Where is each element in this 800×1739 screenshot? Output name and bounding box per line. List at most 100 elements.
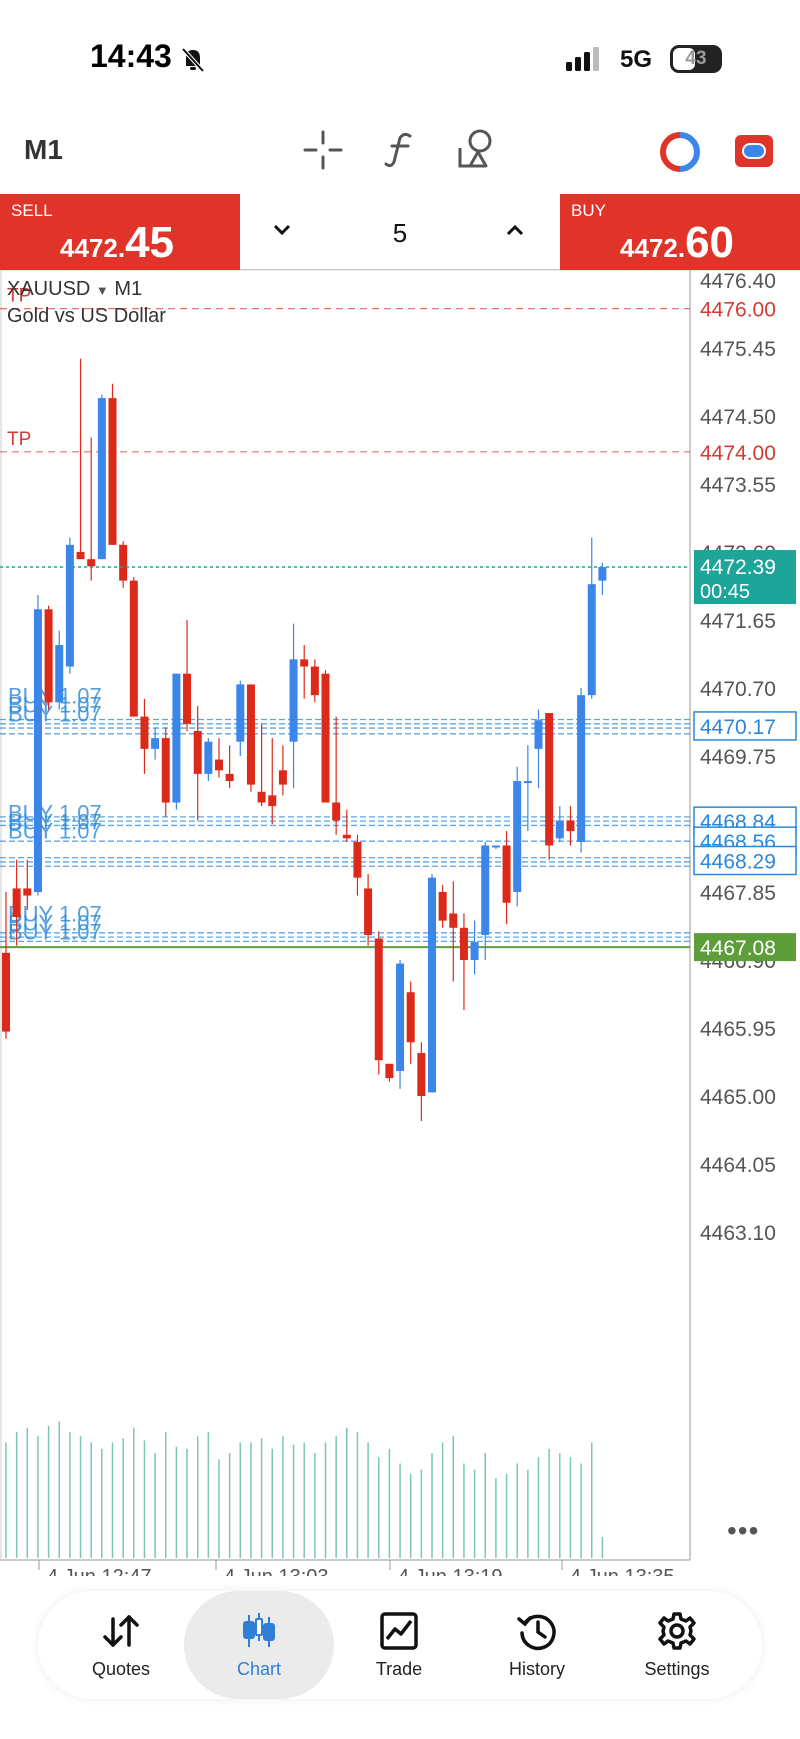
nav-settings-label: Settings xyxy=(644,1659,710,1679)
candle-body xyxy=(55,645,64,703)
price-tick-label: 4476.40 xyxy=(700,270,776,293)
candle-body xyxy=(129,580,138,717)
candle-body xyxy=(108,398,117,545)
status-time: 14:43 xyxy=(90,38,172,74)
candle-body xyxy=(342,834,351,839)
candle-body xyxy=(76,552,85,560)
battery-icon: 43 xyxy=(670,45,722,73)
candle-body xyxy=(598,567,607,581)
more-options-icon[interactable]: ••• xyxy=(727,1515,759,1547)
candle-body xyxy=(417,1053,426,1096)
candle-body xyxy=(172,673,181,803)
nav-chart[interactable]: Chart xyxy=(184,1591,334,1699)
timeframe-button[interactable]: M1 xyxy=(24,134,63,166)
candle-body xyxy=(353,841,362,878)
candle-body xyxy=(566,820,575,832)
function-icon[interactable] xyxy=(382,130,418,170)
candle-body xyxy=(470,942,479,960)
sell-button[interactable]: SELL 4472.45 xyxy=(0,194,240,270)
sell-label: SELL xyxy=(11,201,53,220)
crosshair-icon[interactable] xyxy=(303,130,343,170)
status-bar: 14:43 5G 43 xyxy=(0,0,800,110)
nav-history[interactable]: History xyxy=(462,1591,612,1699)
order-price-label: 4470.17 xyxy=(700,716,776,739)
candle-body xyxy=(257,791,266,803)
candle-body xyxy=(289,659,298,742)
symbol-header: XAUUSD ▼ M1 xyxy=(7,278,142,301)
candle-body xyxy=(545,713,554,846)
candle-body xyxy=(140,716,149,749)
order-label: BUY 1.07 xyxy=(8,818,102,843)
buy-button[interactable]: BUY 4472.60 xyxy=(560,194,800,270)
nav-chart-label: Chart xyxy=(236,1659,281,1679)
trade-icon xyxy=(380,1612,418,1650)
nav-trade[interactable]: Trade xyxy=(324,1591,474,1699)
candle-body xyxy=(300,659,309,667)
candle-body xyxy=(364,888,373,935)
battery-level: 43 xyxy=(685,48,707,69)
symbol-description: Gold vs US Dollar xyxy=(7,305,166,327)
price-tick-label: 4464.05 xyxy=(700,1154,776,1177)
network-type: 5G xyxy=(620,46,653,73)
candle-body xyxy=(183,673,192,724)
tp-label: TP xyxy=(7,429,31,450)
signal-bars-icon xyxy=(566,47,599,71)
candle-body xyxy=(523,781,532,784)
chart-toolbar: M1 xyxy=(0,110,800,194)
candle-body xyxy=(204,741,213,774)
candle-body xyxy=(513,781,522,892)
one-click-trading-icon[interactable] xyxy=(734,134,774,168)
candle-body xyxy=(236,684,245,742)
price-tick-label: 4463.10 xyxy=(700,1222,776,1245)
candle-body xyxy=(268,795,277,807)
time-tick-label: 4 Jun 12:47 xyxy=(47,1566,152,1576)
candle-body xyxy=(502,845,511,903)
chart-icon xyxy=(243,1613,275,1647)
nav-quotes[interactable]: Quotes xyxy=(46,1591,196,1699)
candle-body xyxy=(438,892,447,921)
dropdown-arrow-icon[interactable]: ▼ xyxy=(96,283,109,298)
price-tick-label: 4469.75 xyxy=(700,746,776,769)
price-tick-label: 4465.95 xyxy=(700,1018,776,1041)
candle-body xyxy=(23,888,32,896)
candle-body xyxy=(225,773,234,782)
bid-price-label: 4467.08 xyxy=(700,937,776,960)
candle-body xyxy=(396,963,405,1071)
time-tick-label: 4 Jun 13:35 xyxy=(570,1566,675,1576)
sell-price: 4472.45 xyxy=(60,218,174,268)
candle-body xyxy=(449,913,458,928)
candle-body xyxy=(246,684,255,785)
time-tick-label: 4 Jun 13:03 xyxy=(224,1566,329,1576)
bar-countdown-label: 00:45 xyxy=(700,581,750,603)
candle-body xyxy=(321,673,330,803)
candle-body xyxy=(215,759,223,771)
candle-body xyxy=(310,666,319,696)
price-tick-label: 4471.65 xyxy=(700,610,776,633)
chevron-down-icon[interactable] xyxy=(272,220,292,240)
price-tick-label: 4474.50 xyxy=(700,406,776,429)
candle-body xyxy=(406,992,415,1043)
candle-body xyxy=(44,609,53,703)
price-tick-label: 4475.45 xyxy=(700,338,776,361)
nav-settings[interactable]: Settings xyxy=(602,1591,752,1699)
price-chart[interactable]: 4476.404475.454474.504473.554472.604471.… xyxy=(0,270,800,1576)
candle-body xyxy=(193,730,202,774)
price-tick-label: 4473.55 xyxy=(700,474,776,497)
candle-body xyxy=(97,398,106,560)
candle-body xyxy=(577,695,586,842)
buy-price: 4472.60 xyxy=(620,218,734,268)
volume-value[interactable]: 5 xyxy=(380,218,420,249)
objects-icon[interactable] xyxy=(456,128,496,170)
candle-body xyxy=(2,952,10,1032)
quotes-icon xyxy=(103,1615,139,1647)
volume-control: 5 xyxy=(240,194,560,270)
candle-body xyxy=(161,738,170,803)
symbol-name[interactable]: XAUUSD xyxy=(7,278,90,300)
chevron-up-icon[interactable] xyxy=(505,220,525,240)
signal-icon[interactable] xyxy=(660,132,700,172)
candle-body xyxy=(428,877,436,1093)
candle-body xyxy=(12,888,21,918)
candle-body xyxy=(459,927,468,960)
nav-history-label: History xyxy=(508,1659,565,1679)
buy-label: BUY xyxy=(571,201,606,220)
